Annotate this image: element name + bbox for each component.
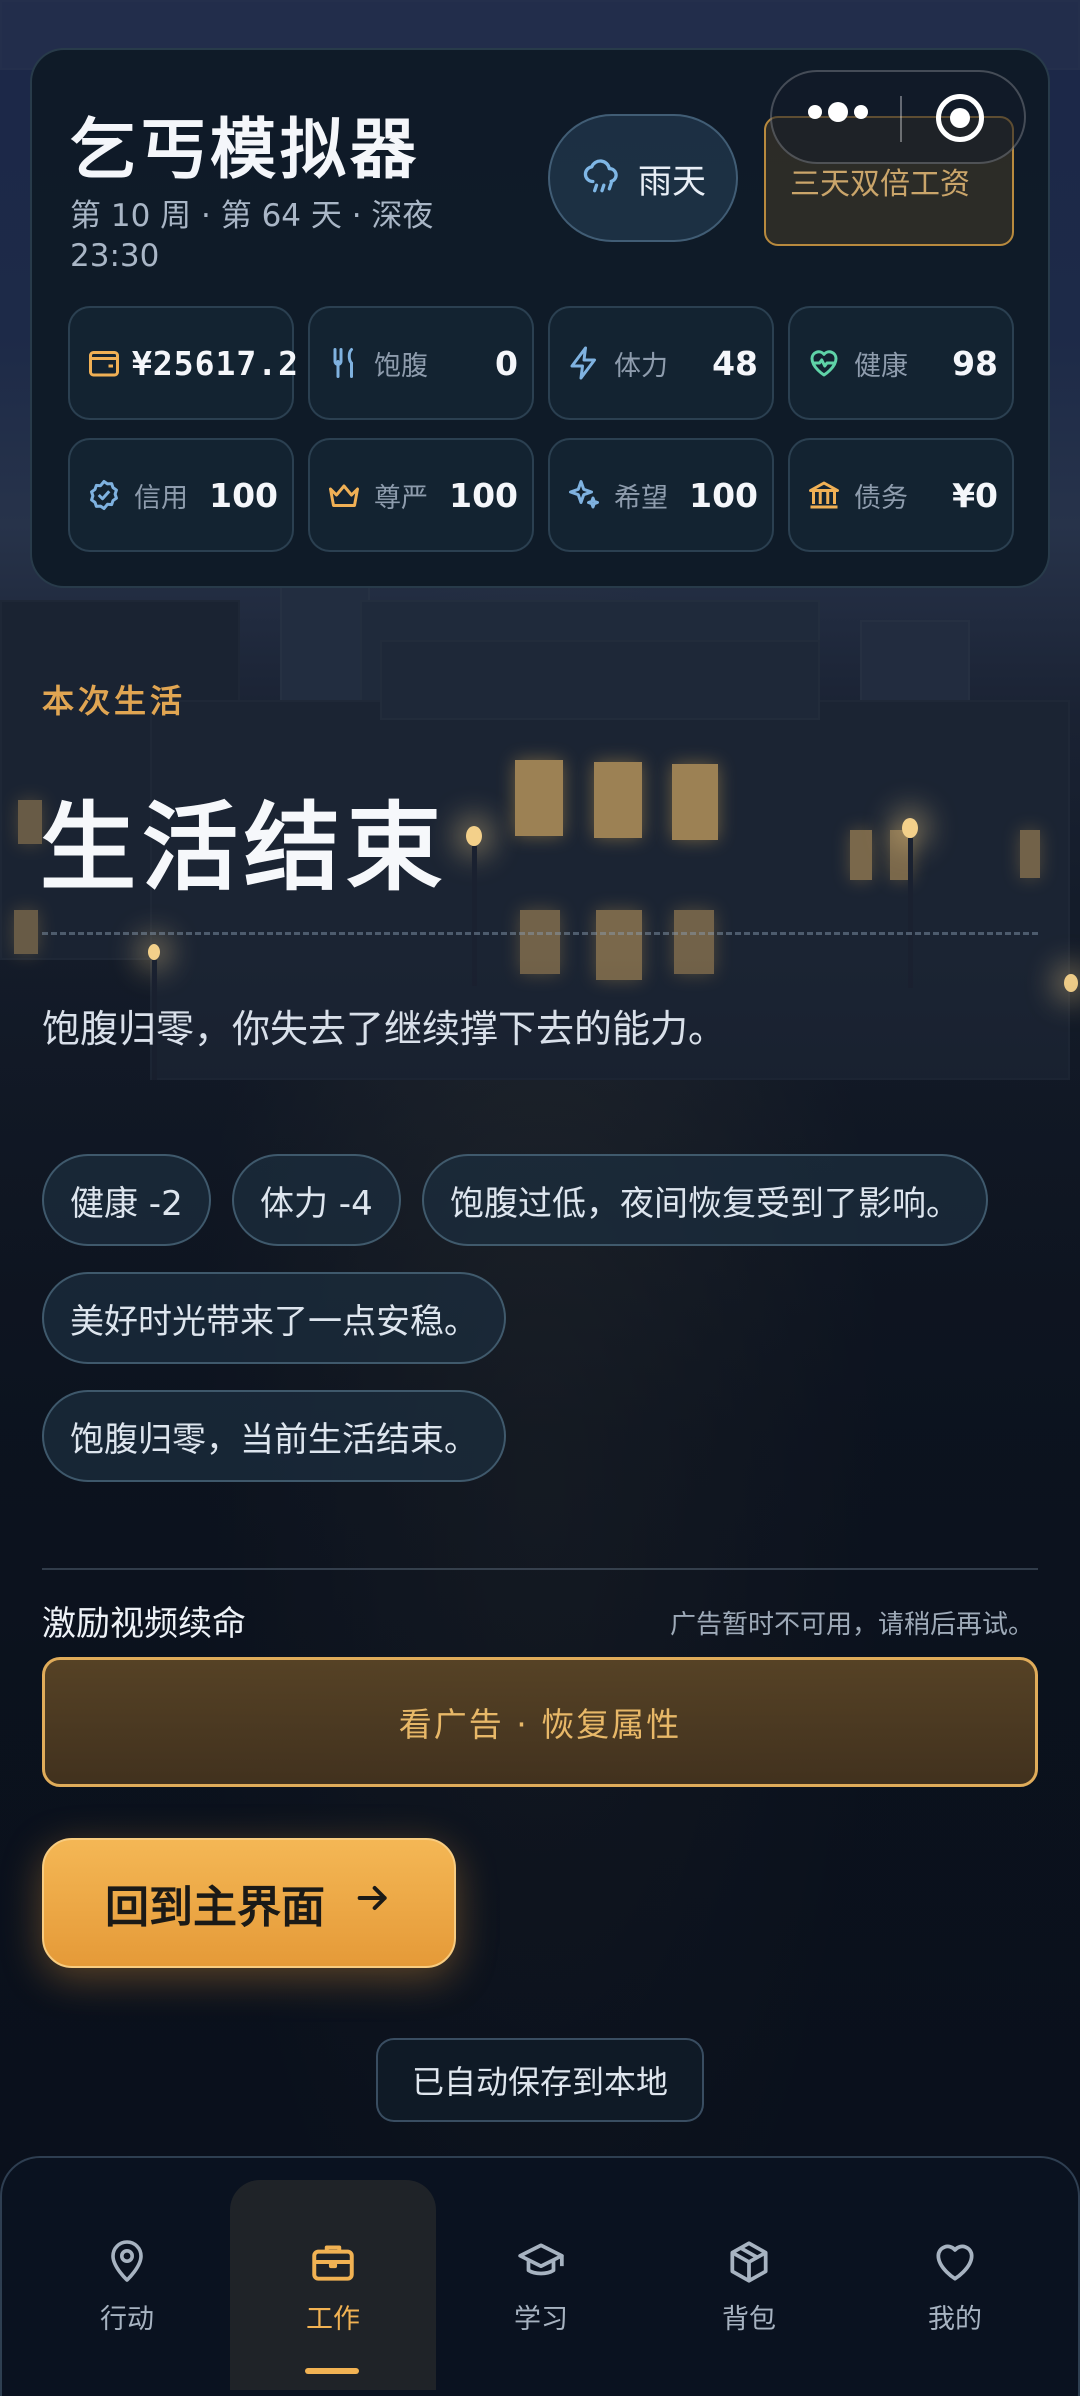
capsule-divider: [900, 96, 902, 142]
close-target-icon[interactable]: [936, 94, 984, 142]
active-tab-indicator: [305, 2368, 359, 2374]
game-time: 第 10 周 · 第 64 天 · 深夜 23:30: [70, 198, 434, 274]
life-end-title: 生活结束: [40, 791, 448, 904]
effect-chip: 饱腹过低，夜间恢复受到了影响。: [422, 1154, 988, 1246]
more-icon[interactable]: [808, 102, 868, 122]
bottom-nav: 行动 工作 学习 背包 我的: [0, 2156, 1080, 2396]
heart-pulse-icon: [804, 343, 844, 383]
money-value: ¥25617.2: [132, 343, 299, 383]
watch-ad-button[interactable]: 看广告 · 恢复属性: [42, 1657, 1038, 1787]
nav-label: 我的: [928, 2303, 982, 2335]
stat-credit: 信用 100: [68, 438, 294, 552]
arrow-right-icon: [353, 1878, 393, 1929]
nav-item-action[interactable]: 行动: [24, 2180, 230, 2390]
stat-dignity: 尊严 100: [308, 438, 534, 552]
life-end-description: 饱腹归零，你失去了继续撑下去的能力。: [42, 1007, 727, 1051]
graduation-cap-icon: [514, 2235, 568, 2289]
stat-value: ¥0: [952, 475, 998, 515]
nav-item-study[interactable]: 学习: [438, 2180, 644, 2390]
briefcase-icon: [306, 2235, 360, 2289]
package-icon: [722, 2235, 776, 2289]
heart-icon: [928, 2235, 982, 2289]
nav-item-bag[interactable]: 背包: [646, 2180, 852, 2390]
bank-icon: [804, 475, 844, 515]
stat-name: 饱腹: [374, 350, 428, 382]
nav-item-mine[interactable]: 我的: [852, 2180, 1058, 2390]
weather-label: 雨天: [638, 161, 706, 202]
revive-title: 激励视频续命: [42, 1604, 246, 1644]
stat-value: 48: [712, 343, 758, 383]
stat-satiety: 饱腹 0: [308, 306, 534, 420]
stat-name: 信用: [134, 482, 188, 514]
nav-label: 背包: [722, 2303, 776, 2335]
bonus-label: 三天双倍工资: [790, 167, 970, 202]
stat-hope: 希望 100: [548, 438, 774, 552]
section-divider: [42, 1568, 1038, 1570]
stat-name: 债务: [854, 482, 908, 514]
dashed-divider: [42, 932, 1038, 935]
crown-icon: [324, 475, 364, 515]
effect-chip: 美好时光带来了一点安稳。: [42, 1272, 506, 1364]
stat-value: 0: [495, 343, 518, 383]
stat-name: 体力: [614, 350, 668, 382]
miniprogram-capsule: [770, 70, 1026, 164]
nav-label: 工作: [306, 2303, 360, 2335]
stat-name: 尊严: [374, 482, 428, 514]
stat-value: 100: [449, 475, 518, 515]
map-pin-icon: [100, 2235, 154, 2289]
bolt-icon: [564, 343, 604, 383]
back-home-label: 回到主界面: [105, 1882, 325, 1933]
shield-check-icon: [84, 475, 124, 515]
stat-stamina: 体力 48: [548, 306, 774, 420]
effect-chip: 饱腹归零，当前生活结束。: [42, 1390, 506, 1482]
stat-value: 100: [209, 475, 278, 515]
app-title: 乞丐模拟器: [70, 111, 420, 188]
utensils-icon: [324, 343, 364, 383]
nav-item-work[interactable]: 工作: [230, 2180, 436, 2390]
wallet-icon: [84, 343, 124, 383]
back-home-button[interactable]: 回到主界面: [42, 1838, 456, 1968]
stat-health: 健康 98: [788, 306, 1014, 420]
effect-chip: 体力 -4: [232, 1154, 401, 1246]
sparkles-icon: [564, 475, 604, 515]
effect-chip: 健康 -2: [42, 1154, 211, 1246]
stat-name: 希望: [614, 482, 668, 514]
stat-value: 98: [952, 343, 998, 383]
stat-name: 健康: [854, 350, 908, 382]
ad-unavailable-note: 广告暂时不可用，请稍后再试。: [669, 1610, 1034, 1640]
nav-label: 学习: [514, 2303, 568, 2335]
nav-label: 行动: [100, 2303, 154, 2335]
autosave-status: 已自动保存到本地: [376, 2038, 704, 2122]
weather-badge[interactable]: 雨天: [548, 114, 738, 242]
stat-debt: 债务 ¥0: [788, 438, 1014, 552]
section-kicker: 本次生活: [42, 682, 187, 720]
stat-value: 100: [689, 475, 758, 515]
rain-cloud-icon: [580, 154, 624, 202]
stat-money: ¥25617.2: [68, 306, 298, 420]
